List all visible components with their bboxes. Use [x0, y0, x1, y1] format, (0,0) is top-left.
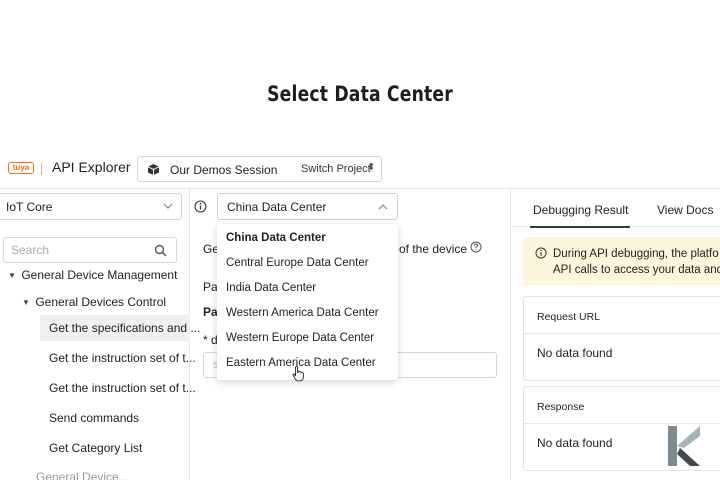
switch-project-button[interactable]: Switch Project: [301, 163, 371, 175]
cube-icon: [147, 164, 160, 175]
response-value: No data found: [537, 436, 613, 450]
data-center-value: China Data Center: [227, 200, 327, 214]
tab-debugging-result[interactable]: Debugging Result: [533, 203, 628, 217]
product-select[interactable]: IoT Core: [0, 193, 182, 220]
info-icon: [535, 247, 547, 259]
project-selector[interactable]: Our Demos Session Switch Project ⬍: [137, 156, 382, 182]
option-china[interactable]: China Data Center: [226, 232, 326, 244]
option-central-europe[interactable]: Central Europe Data Center: [226, 257, 369, 269]
tree-item-send-commands[interactable]: Send commands: [49, 411, 139, 425]
product-select-value: IoT Core: [6, 200, 53, 214]
info-icon: [194, 200, 207, 213]
hand-cursor-icon: [292, 365, 304, 382]
banner-line-2: API calls to access your data and: [553, 264, 720, 276]
tree-item-get-specifications[interactable]: Get the specifications and ...: [49, 321, 200, 335]
option-western-america[interactable]: Western America Data Center: [226, 307, 379, 319]
chevron-up-icon: [378, 204, 388, 210]
up-down-chevron-icon: ⬍: [367, 162, 376, 173]
project-name: Our Demos Session: [170, 163, 278, 177]
watermark-logo: [668, 426, 700, 466]
caret-down-icon: ▼: [8, 271, 16, 280]
search-box[interactable]: [3, 237, 177, 263]
tree-label: General Devices Control: [35, 295, 167, 309]
tree-group-general-devices-control[interactable]: ▼ General Devices Control: [22, 295, 166, 309]
tree-label: General Device Management: [21, 268, 178, 282]
active-tab-indicator: [530, 226, 630, 228]
option-western-europe[interactable]: Western Europe Data Center: [226, 332, 374, 344]
video-title: Select Data Center: [267, 82, 453, 106]
tuya-logo: tuya: [8, 162, 34, 174]
card-divider: [524, 333, 720, 334]
data-center-select[interactable]: China Data Center: [217, 193, 398, 220]
tree-item-get-instruction-set-2[interactable]: Get the instruction set of t...: [49, 381, 196, 395]
tree-group-general-device-management[interactable]: ▼ General Device Management: [8, 268, 177, 282]
banner-line-1: During API debugging, the platfo: [553, 248, 719, 260]
api-description-suffix: of the device: [399, 242, 468, 256]
tab-view-docs[interactable]: View Docs: [657, 203, 713, 217]
caret-down-icon: ▼: [22, 298, 30, 307]
top-bar: tuya API Explorer Our Demos Session Swit…: [0, 150, 720, 188]
data-center-dropdown: China Data Center Central Europe Data Ce…: [217, 224, 398, 380]
chevron-down-icon: [163, 203, 173, 209]
debug-notice-banner: During API debugging, the platfo API cal…: [523, 237, 720, 285]
tree-item-get-instruction-set-1[interactable]: Get the instruction set of t...: [49, 351, 196, 365]
search-input[interactable]: [11, 243, 151, 257]
option-india[interactable]: India Data Center: [226, 282, 316, 294]
banner-text: During API debugging, the platfo API cal…: [553, 246, 720, 278]
search-icon: [154, 244, 167, 257]
help-icon[interactable]: [470, 241, 482, 253]
header-divider: [0, 188, 720, 189]
params-heading: Pa: [203, 305, 218, 319]
request-url-value: No data found: [537, 346, 613, 360]
right-panel-divider: [510, 188, 511, 480]
request-url-card: Request URL No data found: [523, 296, 720, 381]
params-label: Pa: [203, 280, 218, 294]
request-url-label: Request URL: [537, 311, 601, 323]
app-title: API Explorer: [52, 159, 131, 175]
divider: [41, 163, 42, 175]
response-label: Response: [537, 401, 585, 413]
tree-item-get-category-list[interactable]: Get Category List: [49, 441, 142, 455]
tree-item-partial[interactable]: General Device...: [36, 470, 129, 480]
device-id-label: * d: [203, 333, 218, 347]
